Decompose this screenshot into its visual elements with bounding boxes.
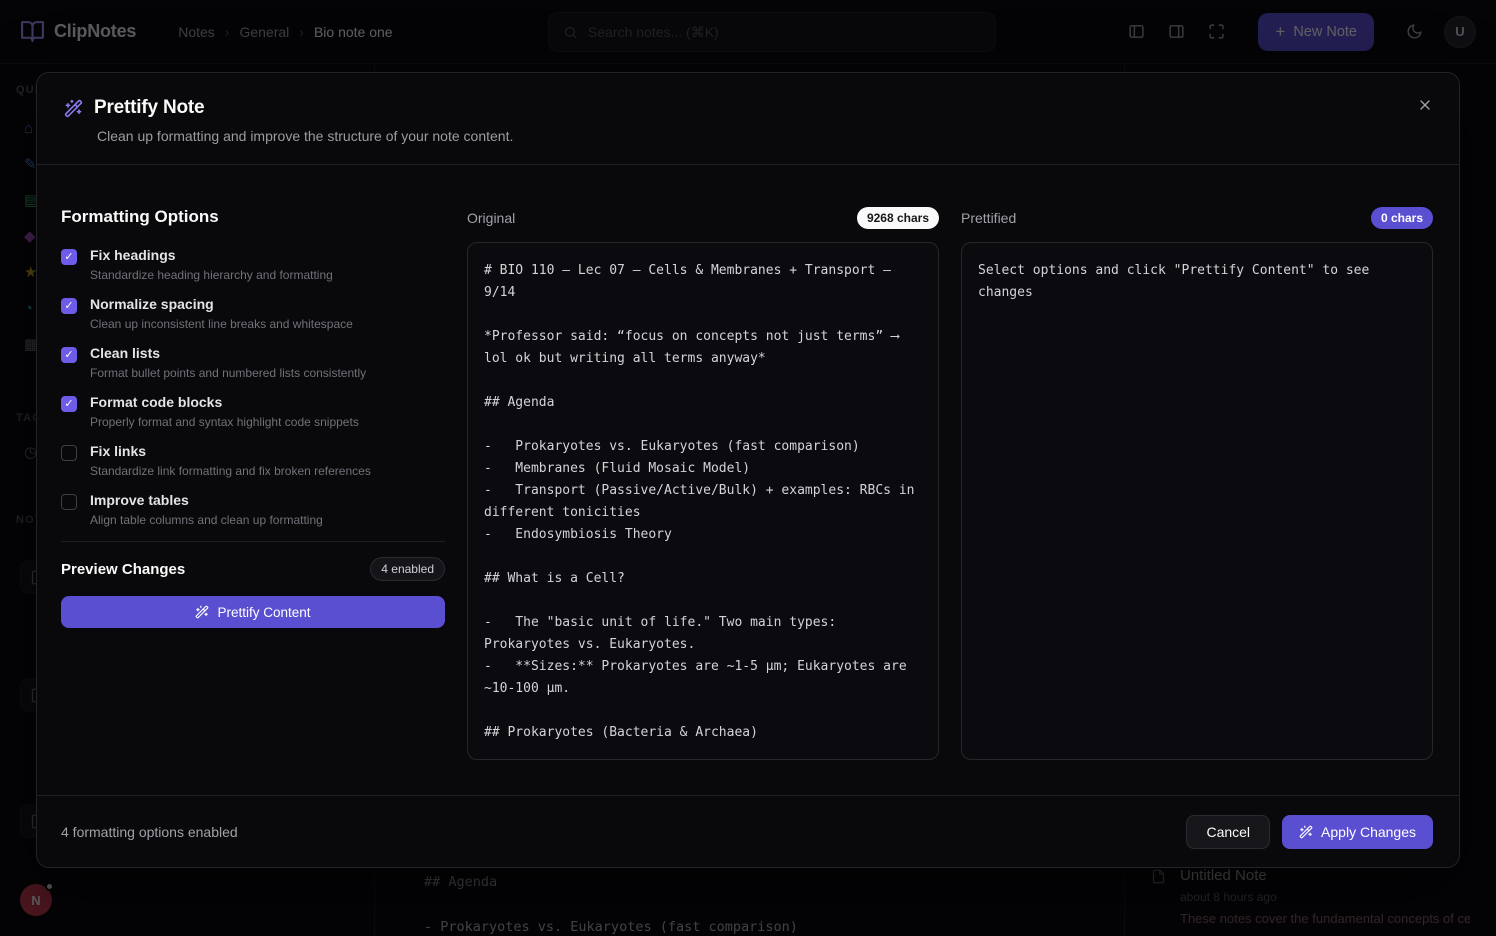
prettify-note-modal: Prettify Note Clean up formatting and im… [36,72,1460,868]
enabled-count-badge: 4 enabled [370,557,445,581]
wand-icon [1299,825,1313,838]
option-description: Standardize heading hierarchy and format… [90,268,333,282]
option-fix-headings[interactable]: Fix headings Standardize heading hierarc… [61,247,445,283]
wand-icon [64,99,83,117]
prettified-chars-badge: 0 chars [1370,207,1433,229]
original-label: Original [467,210,516,226]
divider [61,541,445,542]
apply-changes-button[interactable]: Apply Changes [1282,814,1433,849]
modal-footer: 4 formatting options enabled Cancel Appl… [37,795,1459,867]
modal-title: Prettify Note [94,97,205,118]
option-format-code-blocks[interactable]: Format code blocks Properly format and s… [61,394,445,430]
option-fix-links[interactable]: Fix links Standardize link formatting an… [61,443,445,479]
cancel-button[interactable]: Cancel [1186,814,1271,849]
option-label: Format code blocks [90,394,223,410]
wand-icon [196,605,209,619]
formatting-options-heading: Formatting Options [61,207,219,226]
option-normalize-spacing[interactable]: Normalize spacing Clean up inconsistent … [61,296,445,332]
footer-status: 4 formatting options enabled [61,823,238,840]
modal-subtitle: Clean up formatting and improve the stru… [97,128,514,144]
preview-changes-heading: Preview Changes [61,560,186,578]
checkbox[interactable] [61,298,77,314]
original-pane: Original 9268 chars # BIO 110 — Lec 07 —… [467,207,939,795]
option-clean-lists[interactable]: Clean lists Format bullet points and num… [61,345,445,381]
option-description: Align table columns and clean up formatt… [90,513,323,527]
checkbox[interactable] [61,249,77,265]
checkbox[interactable] [61,396,77,412]
option-label: Clean lists [90,345,161,361]
option-label: Fix headings [90,247,176,263]
modal-body: Formatting Options Fix headings Standard… [37,165,1459,795]
option-label: Normalize spacing [90,296,214,312]
original-content[interactable]: # BIO 110 — Lec 07 — Cells & Membranes +… [467,242,939,760]
option-description: Properly format and syntax highlight cod… [90,415,359,429]
option-improve-tables[interactable]: Improve tables Align table columns and c… [61,492,445,528]
prettified-label: Prettified [961,210,1017,226]
prettified-content[interactable]: Select options and click "Prettify Conte… [961,242,1433,760]
modal-header: Prettify Note Clean up formatting and im… [37,73,1459,165]
original-chars-badge: 9268 chars [856,207,939,229]
formatting-options-panel: Formatting Options Fix headings Standard… [61,207,445,795]
apply-changes-label: Apply Changes [1321,823,1416,840]
checkbox[interactable] [61,445,77,461]
option-description: Format bullet points and numbered lists … [90,366,367,380]
close-icon[interactable] [1409,89,1441,121]
option-label: Fix links [90,443,147,459]
prettify-content-label: Prettify Content [217,604,311,620]
checkbox[interactable] [61,494,77,510]
option-label: Improve tables [90,492,189,508]
prettify-content-button[interactable]: Prettify Content [61,596,445,628]
checkbox[interactable] [61,347,77,363]
prettified-pane: Prettified 0 chars Select options and cl… [961,207,1433,795]
option-description: Clean up inconsistent line breaks and wh… [90,317,353,331]
option-description: Standardize link formatting and fix brok… [90,464,371,478]
